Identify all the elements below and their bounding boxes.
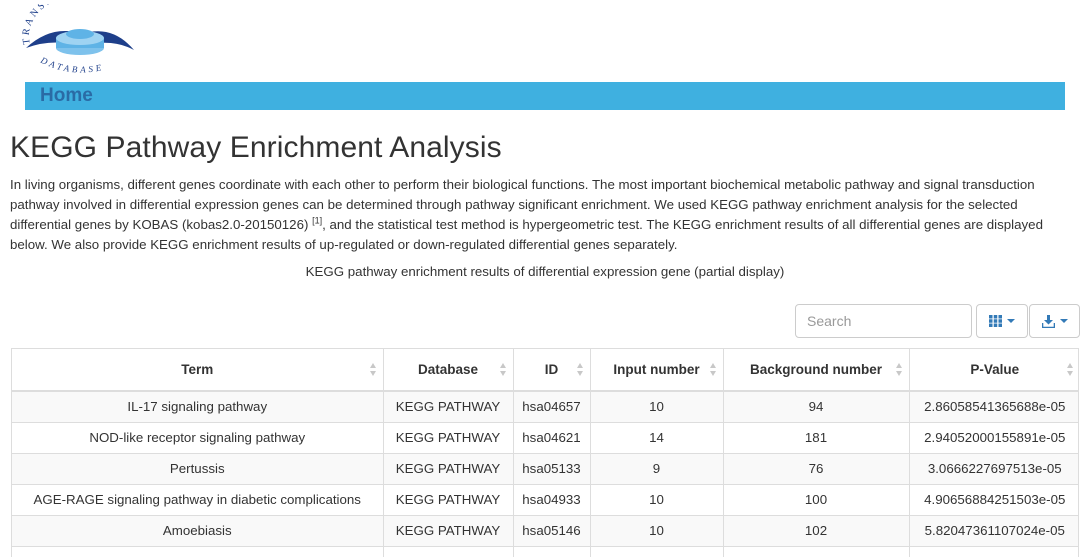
logo-graphic: TRANSLATOME DATABASE <box>22 4 134 75</box>
nav-home-link[interactable]: Home <box>40 85 93 107</box>
reference-link[interactable]: [1] <box>312 216 322 226</box>
cell-term <box>12 545 384 557</box>
cell-input-number: 10 <box>590 514 724 546</box>
enrichment-table: Term Database ID Input number Background… <box>12 349 1078 557</box>
cell-database <box>383 545 514 557</box>
header-label: Input number <box>613 362 700 377</box>
chevron-down-icon <box>1007 319 1015 323</box>
cell-input-number <box>590 545 724 557</box>
header-label: ID <box>544 362 559 377</box>
column-header-background-number[interactable]: Background number <box>723 349 910 392</box>
table-row: NOD-like receptor signaling pathway KEGG… <box>12 421 1078 453</box>
cell-term: Amoebiasis <box>12 514 384 546</box>
logo-bottom-text: DATABASE <box>38 54 102 74</box>
sort-icon <box>1067 363 1074 377</box>
cell-input-number: 9 <box>590 452 724 484</box>
table-header-row: Term Database ID Input number Background… <box>12 349 1078 392</box>
table-row <box>12 545 1078 557</box>
cell-p-value: 2.94052000155891e-05 <box>909 421 1078 453</box>
sort-icon <box>576 363 584 377</box>
table-row: IL-17 signaling pathway KEGG PATHWAY hsa… <box>12 390 1078 422</box>
cell-background-number <box>723 545 910 557</box>
cell-p-value: 2.86058541365688e-05 <box>909 390 1078 422</box>
cell-term: IL-17 signaling pathway <box>12 390 384 422</box>
header-label: P-Value <box>970 362 1020 377</box>
cell-p-value: 5.82047361107024e-05 <box>909 514 1078 546</box>
cell-background-number: 181 <box>723 421 910 453</box>
cell-id: hsa05133 <box>513 452 591 484</box>
download-icon <box>1041 314 1055 328</box>
column-header-id[interactable]: ID <box>513 349 591 392</box>
search-input[interactable] <box>795 304 972 338</box>
intro-paragraph: In living organisms, different genes coo… <box>10 175 1078 255</box>
cell-background-number: 76 <box>723 452 910 484</box>
translatome-logo[interactable]: TRANSLATOME DATABASE <box>22 4 142 78</box>
cell-background-number: 102 <box>723 514 910 546</box>
export-button[interactable] <box>1029 304 1080 338</box>
cell-database: KEGG PATHWAY <box>383 483 514 515</box>
svg-text:DATABASE: DATABASE <box>38 54 105 74</box>
column-header-p-value[interactable]: P-Value <box>909 349 1078 392</box>
cell-background-number: 94 <box>723 390 910 422</box>
page-title: KEGG Pathway Enrichment Analysis <box>10 131 502 164</box>
cell-background-number: 100 <box>723 483 910 515</box>
cell-database: KEGG PATHWAY <box>383 514 514 546</box>
sort-icon <box>895 363 903 377</box>
table-row: Amoebiasis KEGG PATHWAY hsa05146 10 102 … <box>12 514 1078 546</box>
header-label: Term <box>181 362 214 377</box>
cell-input-number: 10 <box>590 483 724 515</box>
cell-database: KEGG PATHWAY <box>383 390 514 422</box>
header-label: Background number <box>749 362 882 377</box>
sort-icon <box>369 363 377 377</box>
navbar: Home <box>25 82 1065 110</box>
column-header-term[interactable]: Term <box>12 349 384 392</box>
table-row: AGE-RAGE signaling pathway in diabetic c… <box>12 483 1078 515</box>
grid-icon <box>989 315 1002 327</box>
cell-id: hsa04933 <box>513 483 591 515</box>
chevron-down-icon <box>1059 319 1068 323</box>
cell-p-value <box>909 545 1078 557</box>
column-header-database[interactable]: Database <box>383 349 514 392</box>
cell-database: KEGG PATHWAY <box>383 452 514 484</box>
cell-input-number: 14 <box>590 421 724 453</box>
cell-database: KEGG PATHWAY <box>383 421 514 453</box>
cell-p-value: 4.90656884251503e-05 <box>909 483 1078 515</box>
cell-p-value: 3.0666227697513e-05 <box>909 452 1078 484</box>
cell-term: AGE-RAGE signaling pathway in diabetic c… <box>12 483 384 515</box>
header-label: Database <box>417 362 479 377</box>
cell-id <box>513 545 591 557</box>
enrichment-table-container: Term Database ID Input number Background… <box>11 348 1079 557</box>
column-header-input-number[interactable]: Input number <box>590 349 724 392</box>
columns-toggle-button[interactable] <box>976 304 1028 338</box>
table-row: Pertussis KEGG PATHWAY hsa05133 9 76 3.0… <box>12 452 1078 484</box>
cell-id: hsa04621 <box>513 421 591 453</box>
table-caption: KEGG pathway enrichment results of diffe… <box>305 264 785 279</box>
cell-id: hsa04657 <box>513 390 591 422</box>
sort-icon <box>499 363 507 377</box>
cell-term: Pertussis <box>12 452 384 484</box>
cell-term: NOD-like receptor signaling pathway <box>12 421 384 453</box>
sort-icon <box>709 363 717 377</box>
cell-id: hsa05146 <box>513 514 591 546</box>
cell-input-number: 10 <box>590 390 724 422</box>
